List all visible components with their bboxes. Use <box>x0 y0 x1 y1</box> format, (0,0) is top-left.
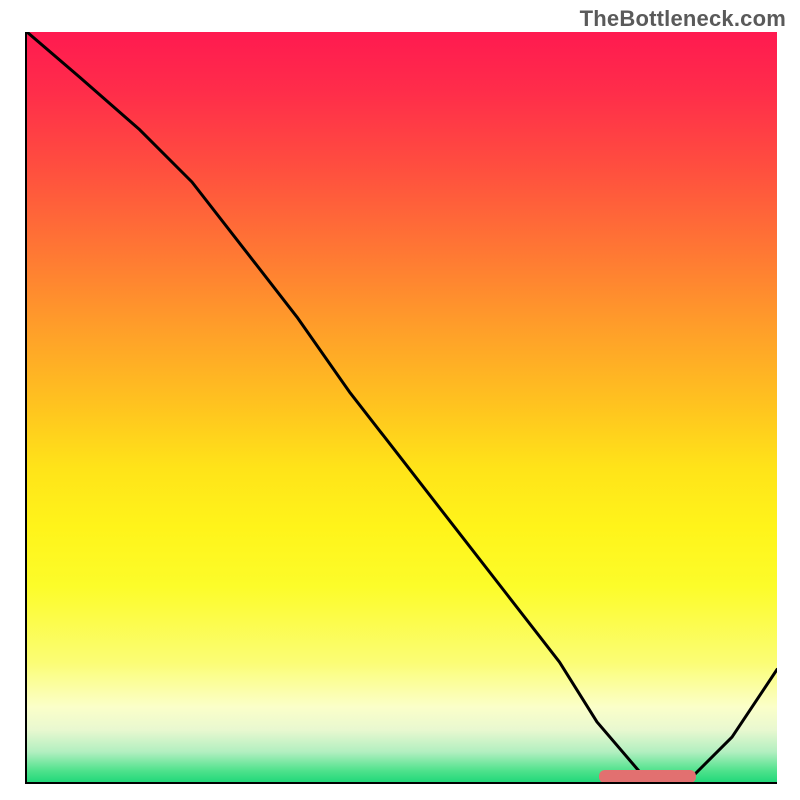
chart-curve-svg <box>27 32 777 782</box>
chart-plot-area <box>25 32 777 784</box>
watermark-text: TheBottleneck.com <box>580 6 786 32</box>
chart-line <box>27 32 777 782</box>
optimum-marker <box>599 770 697 783</box>
